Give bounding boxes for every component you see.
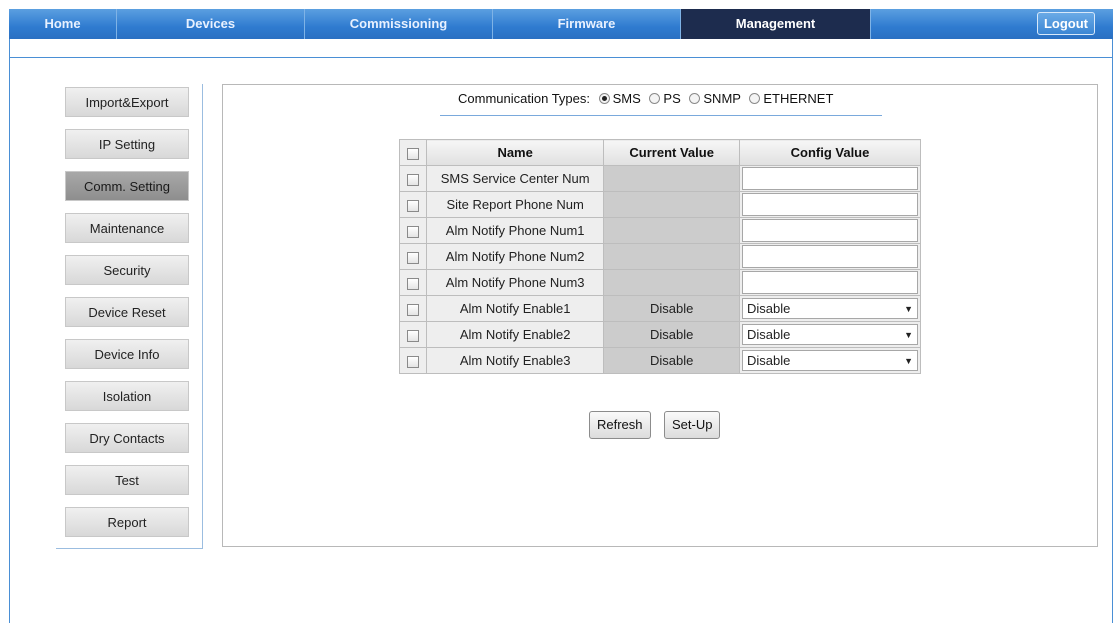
comm-types-divider — [440, 115, 882, 116]
sidebar-item-test[interactable]: Test — [65, 465, 189, 495]
row-current-value — [603, 243, 740, 270]
chevron-down-icon: ▼ — [904, 303, 913, 314]
header-name: Name — [425, 139, 605, 166]
row-current-value — [603, 217, 740, 244]
tab-firmware[interactable]: Firmware — [493, 9, 681, 39]
row-name: Alm Notify Enable2 — [425, 321, 605, 348]
row-current-value: Disable — [603, 321, 740, 348]
select-all-checkbox[interactable] — [406, 147, 419, 160]
table-row: SMS Service Center Num — [399, 165, 922, 192]
config-text-input[interactable] — [741, 167, 918, 190]
radio-snmp[interactable] — [689, 93, 701, 104]
config-select[interactable]: Disable ▼ — [741, 324, 918, 345]
config-select-value: Disable — [746, 353, 791, 368]
config-select-value: Disable — [746, 327, 791, 342]
sidebar-item-comm-setting[interactable]: Comm. Setting — [65, 171, 189, 201]
row-current-value — [603, 269, 740, 296]
radio-ps-label[interactable]: PS — [663, 91, 680, 106]
config-text-input[interactable] — [741, 271, 918, 294]
radio-ethernet[interactable] — [749, 93, 761, 104]
row-checkbox[interactable] — [406, 225, 419, 238]
radio-ethernet-label[interactable]: ETHERNET — [763, 91, 833, 106]
config-select[interactable]: Disable ▼ — [741, 298, 918, 319]
radio-ps[interactable] — [649, 93, 661, 104]
row-name: Alm Notify Phone Num3 — [425, 269, 605, 296]
tab-home[interactable]: Home — [9, 9, 117, 39]
row-name: Site Report Phone Num — [425, 191, 605, 218]
tab-commissioning[interactable]: Commissioning — [305, 9, 493, 39]
row-name: Alm Notify Enable1 — [425, 295, 605, 322]
row-checkbox[interactable] — [406, 277, 419, 290]
config-table: Name Current Value Config Value SMS Serv… — [399, 139, 922, 374]
table-row: Alm Notify Enable1 Disable Disable ▼ — [399, 295, 922, 322]
row-checkbox[interactable] — [406, 251, 419, 264]
sidebar-item-report[interactable]: Report — [65, 507, 189, 537]
row-checkbox[interactable] — [406, 303, 419, 316]
row-checkbox[interactable] — [406, 355, 419, 368]
refresh-button[interactable]: Refresh — [589, 411, 651, 439]
row-checkbox[interactable] — [406, 199, 419, 212]
sidebar-item-device-info[interactable]: Device Info — [65, 339, 189, 369]
row-current-value — [603, 191, 740, 218]
table-header-row: Name Current Value Config Value — [399, 139, 922, 166]
table-row: Alm Notify Phone Num2 — [399, 243, 922, 270]
communication-types: Communication Types: SMS PS SNMP ETHERNE… — [458, 91, 833, 106]
table-row: Alm Notify Phone Num1 — [399, 217, 922, 244]
row-checkbox[interactable] — [406, 329, 419, 342]
tab-management[interactable]: Management — [681, 9, 871, 39]
config-select-value: Disable — [746, 301, 791, 316]
config-text-input[interactable] — [741, 219, 918, 242]
radio-sms-label[interactable]: SMS — [613, 91, 641, 106]
sidebar-item-isolation[interactable]: Isolation — [65, 381, 189, 411]
chevron-down-icon: ▼ — [904, 355, 913, 366]
sidebar-item-ip-setting[interactable]: IP Setting — [65, 129, 189, 159]
header-config-value: Config Value — [738, 139, 922, 166]
row-name: Alm Notify Phone Num1 — [425, 217, 605, 244]
sidebar-item-maintenance[interactable]: Maintenance — [65, 213, 189, 243]
sidebar: Import&Export IP Setting Comm. Setting M… — [56, 84, 203, 549]
row-name: SMS Service Center Num — [425, 165, 605, 192]
table-row: Alm Notify Enable3 Disable Disable ▼ — [399, 347, 922, 374]
select-all-cell — [399, 139, 427, 166]
table-row: Alm Notify Phone Num3 — [399, 269, 922, 296]
config-text-input[interactable] — [741, 193, 918, 216]
logout-button[interactable]: Logout — [1036, 12, 1095, 35]
radio-snmp-label[interactable]: SNMP — [703, 91, 740, 106]
config-text-input[interactable] — [741, 245, 918, 268]
sidebar-item-import-export[interactable]: Import&Export — [65, 87, 189, 117]
row-current-value: Disable — [603, 295, 740, 322]
frame-divider — [9, 57, 1113, 58]
row-name: Alm Notify Enable3 — [425, 347, 605, 374]
radio-sms[interactable] — [598, 93, 610, 104]
sidebar-item-device-reset[interactable]: Device Reset — [65, 297, 189, 327]
sidebar-item-security[interactable]: Security — [65, 255, 189, 285]
sidebar-item-dry-contacts[interactable]: Dry Contacts — [65, 423, 189, 453]
table-row: Alm Notify Enable2 Disable Disable ▼ — [399, 321, 922, 348]
table-row: Site Report Phone Num — [399, 191, 922, 218]
top-nav: Home Devices Commissioning Firmware Mana… — [9, 9, 1113, 39]
row-current-value — [603, 165, 740, 192]
row-current-value: Disable — [603, 347, 740, 374]
header-current-value: Current Value — [603, 139, 740, 166]
communication-types-label: Communication Types: — [458, 91, 590, 106]
config-select[interactable]: Disable ▼ — [741, 350, 918, 371]
tab-devices[interactable]: Devices — [117, 9, 305, 39]
chevron-down-icon: ▼ — [904, 329, 913, 340]
row-name: Alm Notify Phone Num2 — [425, 243, 605, 270]
setup-button[interactable]: Set-Up — [664, 411, 721, 439]
row-checkbox[interactable] — [406, 173, 419, 186]
